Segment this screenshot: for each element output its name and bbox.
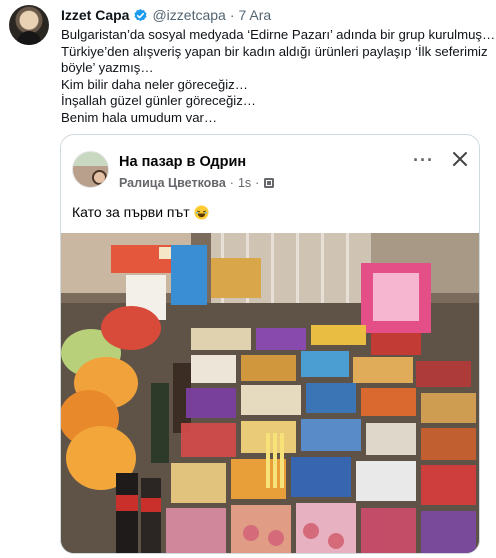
meta-separator: · xyxy=(255,176,260,190)
globe-icon xyxy=(263,177,275,189)
tweet-date[interactable]: 7 Ara xyxy=(239,7,272,23)
post-meta: Ралица Цветкова · 1s · xyxy=(119,176,275,190)
tweet-text-line: İnşallah güzel günler göreceğiz… xyxy=(61,93,256,108)
verified-badge-icon xyxy=(133,8,148,23)
group-avatar xyxy=(72,151,109,188)
post-author: Ралица Цветкова xyxy=(119,176,226,190)
tweet-text-line: böyle’ yazmış… xyxy=(61,60,154,75)
header-separator: · xyxy=(229,7,235,23)
post-caption: Като за първи път xyxy=(72,204,190,220)
close-icon xyxy=(451,150,469,168)
author-name[interactable]: Izzet Capa xyxy=(61,7,129,23)
tweet-text-line: Türkiye’den alışveriş yapan bir kadın al… xyxy=(61,43,488,59)
embedded-screenshot-card[interactable]: На пазар в Одрин Ралица Цветкова · 1s · … xyxy=(60,134,480,554)
tweet: Izzet Capa @izzetcapa · 7 Ara Bulgarista… xyxy=(0,0,496,558)
group-name: На пазар в Одрин xyxy=(119,154,247,170)
author-avatar[interactable] xyxy=(9,5,49,45)
tweet-text-line: Kim bilir daha neler göreceğiz… xyxy=(61,76,248,92)
tweet-header: Izzet Capa @izzetcapa · 7 Ara xyxy=(61,6,271,24)
author-handle[interactable]: @izzetcapa xyxy=(152,7,225,23)
tweet-text: Bulgaristan’da sosyal medyada ‘Edirne Pa… xyxy=(61,27,496,126)
post-time: 1s xyxy=(237,176,252,190)
tweet-text-line: Bulgaristan’da sosyal medyada ‘Edirne Pa… xyxy=(61,27,496,42)
laughing-emoji-icon xyxy=(194,204,209,220)
meta-separator: · xyxy=(229,176,234,190)
tweet-text-line: Benim hala umudum var… xyxy=(61,109,218,125)
more-options-icon: ··· xyxy=(413,150,434,170)
groceries-photo[interactable] xyxy=(61,233,479,553)
post-text: Като за първи път xyxy=(72,204,209,220)
